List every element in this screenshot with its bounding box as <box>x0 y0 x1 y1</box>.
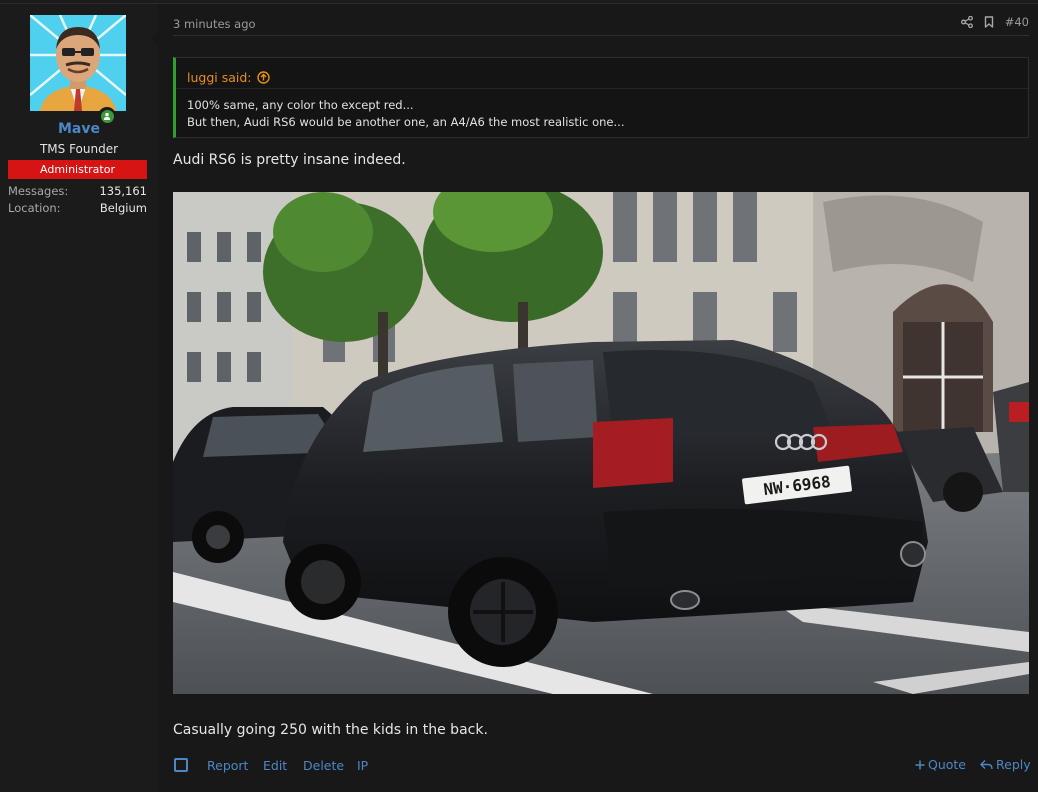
reply-button[interactable]: Reply <box>980 757 1031 772</box>
message-text: Audi RS6 is pretty insane indeed. <box>173 152 406 168</box>
quote-body: 100% same, any color tho except red... B… <box>176 89 1028 131</box>
panel-arrow <box>150 30 158 46</box>
quote-block: luggi said: 100% same, any color tho exc… <box>173 57 1029 138</box>
post-header: 3 minutes ago #40 <box>173 4 1029 36</box>
reply-icon <box>980 759 993 769</box>
quote-author[interactable]: luggi said: <box>187 70 252 85</box>
quote-line: 100% same, any color tho except red... <box>187 98 414 112</box>
post-header-tools: #40 <box>960 15 1029 29</box>
quote-label: Quote <box>928 757 967 772</box>
delete-link[interactable]: Delete <box>303 758 344 773</box>
stat-value: Belgium <box>99 201 147 215</box>
quote-line: But then, Audi RS6 would be another one,… <box>187 115 625 129</box>
username[interactable]: Mave <box>0 121 158 137</box>
plus-icon <box>915 760 925 769</box>
ip-link[interactable]: IP <box>357 758 368 773</box>
share-icon[interactable] <box>960 16 973 28</box>
stat-label: Location: <box>8 201 61 215</box>
stat-label: Messages: <box>8 184 69 198</box>
quote-header[interactable]: luggi said: <box>176 58 1028 89</box>
stat-messages: Messages: 135,161 <box>8 184 147 198</box>
reply-label: Reply <box>996 757 1031 772</box>
select-checkbox[interactable] <box>174 758 188 772</box>
message-text: Casually going 250 with the kids in the … <box>173 722 488 738</box>
post: 3 minutes ago #40 luggi said: 100% same,… <box>158 4 1038 792</box>
avatar-image <box>30 15 126 111</box>
stat-location: Location: Belgium <box>8 201 147 215</box>
quote-button[interactable]: Quote <box>915 757 966 772</box>
post-actions: Report Edit Delete IP Quote Reply <box>173 756 1031 776</box>
stat-value: 135,161 <box>99 184 147 198</box>
post-time[interactable]: 3 minutes ago <box>173 17 256 31</box>
user-title: TMS Founder <box>39 142 119 156</box>
arrow-up-circle-icon[interactable] <box>256 71 270 84</box>
bookmark-icon[interactable] <box>984 16 994 28</box>
avatar[interactable] <box>30 15 126 125</box>
user-panel: Mave TMS Founder Administrator Messages:… <box>0 4 158 792</box>
user-banner: Administrator <box>8 160 147 179</box>
post-number[interactable]: #40 <box>1005 15 1029 29</box>
report-link[interactable]: Report <box>207 758 248 773</box>
car-photo[interactable]: NW·6968 <box>173 192 1029 694</box>
edit-link[interactable]: Edit <box>263 758 287 773</box>
